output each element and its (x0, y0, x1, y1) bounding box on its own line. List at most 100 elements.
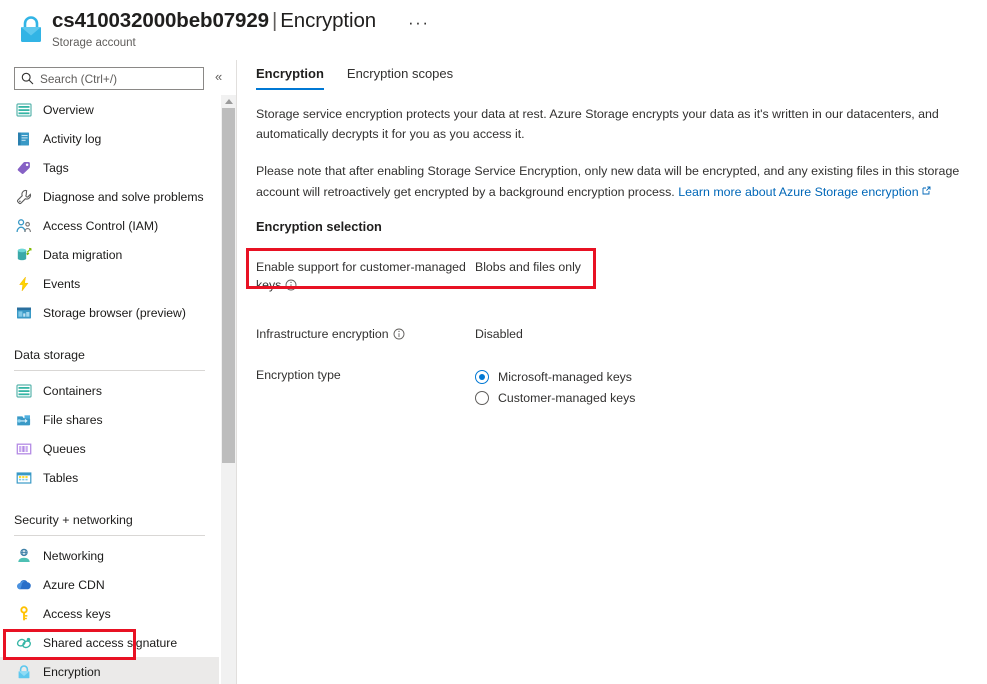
sidebar-item-label: Storage browser (preview) (43, 305, 186, 320)
sidebar-item-label: Queues (43, 441, 86, 456)
external-link-icon (922, 181, 931, 195)
sidebar-group-divider (14, 535, 205, 536)
queues-icon (16, 441, 32, 457)
lock-icon (17, 14, 45, 44)
row-label: Infrastructure encryption (256, 325, 475, 343)
containers-icon (16, 383, 32, 399)
radio-option-label: Microsoft-managed keys (498, 369, 632, 384)
sidebar-item-label: Data migration (43, 247, 123, 262)
sidebar-item-tables[interactable]: Tables (0, 463, 219, 492)
sidebar-item-label: Containers (43, 383, 102, 398)
blade-name: Encryption (280, 9, 377, 32)
encryption-type-label: Encryption type (256, 368, 341, 382)
sidebar-item-networking[interactable]: Networking (0, 541, 219, 570)
sidebar-group-security-networking: Security + networking (0, 492, 219, 530)
sidebar-item-queues[interactable]: Queues (0, 434, 219, 463)
sidebar-item-label: Shared access signature (43, 635, 178, 650)
file-shares-icon (16, 412, 32, 428)
sidebar-group-label: Data storage (14, 348, 85, 362)
encryption-type-radio-group[interactable]: Microsoft-managed keys Customer-managed k… (475, 366, 635, 408)
encryption-content: Storage service encryption protects your… (256, 104, 976, 408)
sidebar-item-label: Tables (43, 470, 79, 485)
infra-label-text: Infrastructure encryption (256, 327, 389, 341)
encryption-selection-heading: Encryption selection (256, 219, 382, 234)
resource-type-subtitle: Storage account (52, 37, 136, 49)
sidebar-item-access-keys[interactable]: Access keys (0, 599, 219, 628)
sidebar-item-events[interactable]: Events (0, 269, 219, 298)
sidebar-item-label: Diagnose and solve problems (43, 189, 204, 204)
more-menu-button[interactable]: ··· (408, 13, 429, 33)
radio-unselected-icon[interactable] (475, 390, 489, 405)
row-customer-managed-keys: Enable support for customer-managed keys… (256, 258, 976, 294)
radio-option-customer-managed-keys[interactable]: Customer-managed keys (475, 387, 635, 408)
sidebar-item-file-shares[interactable]: File shares (0, 405, 219, 434)
sidebar-group-divider (14, 370, 205, 371)
cloud-icon (16, 577, 32, 593)
blade-tabs[interactable]: Encryption Encryption scopes (256, 66, 453, 90)
sidebar-item-storage-browser-preview[interactable]: Storage browser (preview) (0, 298, 219, 327)
sidebar-item-encryption[interactable]: Encryption (0, 657, 219, 684)
shared-access-signature-icon (16, 635, 32, 651)
info-icon[interactable] (393, 327, 405, 340)
row-encryption-type: Encryption type Microsoft-managed keys Cu… (256, 366, 976, 408)
info-icon[interactable] (285, 278, 297, 291)
sidebar-item-diagnose-and-solve-problems[interactable]: Diagnose and solve problems (0, 182, 219, 211)
sidebar-item-label: Encryption (43, 664, 101, 679)
cmk-value: Blobs and files only (475, 260, 581, 274)
intro-paragraph: Storage service encryption protects your… (256, 107, 939, 141)
tables-icon (16, 470, 32, 486)
sidebar-item-tags[interactable]: Tags (0, 153, 219, 182)
overview-icon (16, 102, 32, 118)
sidebar-item-shared-access-signature[interactable]: Shared access signature (0, 628, 219, 657)
radio-option-label: Customer-managed keys (498, 390, 636, 405)
search-container (14, 67, 204, 90)
page-header: cs410032000beb07929 | Encryption ··· Stora… (0, 0, 987, 58)
key-icon (16, 605, 32, 622)
sidebar-item-activity-log[interactable]: Activity log (0, 124, 219, 153)
activity-log-icon (16, 131, 32, 147)
row-infrastructure-encryption: Infrastructure encryption Disabled (256, 325, 976, 343)
radio-option-microsoft-managed-keys[interactable]: Microsoft-managed keys (475, 366, 635, 387)
networking-icon (16, 548, 32, 564)
resource-name: cs410032000beb07929 (52, 9, 269, 32)
title-separator: | (271, 9, 278, 32)
sidebar-item-label: Access Control (IAM) (43, 218, 159, 233)
people-icon (16, 218, 32, 234)
sidebar-item-label: Azure CDN (43, 577, 105, 592)
storage-browser-icon (16, 305, 32, 321)
sidebar-scrollbar-thumb[interactable] (222, 108, 235, 463)
tab-encryption[interactable]: Encryption (256, 66, 324, 90)
sidebar-group-label: Security + networking (14, 513, 133, 527)
sidebar-item-label: Access keys (43, 606, 111, 621)
radio-selected-icon[interactable] (475, 369, 489, 384)
sidebar-item-overview[interactable]: Overview (0, 95, 219, 124)
azure-portal-encryption-blade: cs410032000beb07929 | Encryption ··· Stora… (0, 0, 987, 684)
sidebar-item-label: Networking (43, 548, 104, 563)
sidebar-item-label: Events (43, 276, 81, 291)
lightning-icon (16, 275, 32, 292)
sidebar-item-containers[interactable]: Containers (0, 376, 219, 405)
sidebar-item-data-migration[interactable]: Data migration (0, 240, 219, 269)
note-paragraph: Please note that after enabling Storage … (256, 161, 972, 202)
collapse-nav-button[interactable]: « (215, 69, 222, 85)
sidebar-item-azure-cdn[interactable]: Azure CDN (0, 570, 219, 599)
data-migration-icon (16, 247, 32, 263)
sidebar-item-label: Activity log (43, 131, 102, 146)
tags-icon (16, 160, 32, 176)
infra-value: Disabled (475, 327, 523, 341)
sidebar-group-data-storage: Data storage (0, 327, 219, 365)
sidebar-item-label: Tags (43, 160, 69, 175)
search-input[interactable] (14, 67, 204, 90)
sidebar-item-label: File shares (43, 412, 103, 427)
row-label: Enable support for customer-managed keys (256, 258, 475, 294)
scroll-up-arrow-icon[interactable] (225, 99, 233, 104)
sidebar-item-access-control-iam[interactable]: Access Control (IAM) (0, 211, 219, 240)
lock-icon (16, 664, 32, 680)
resource-menu-sidebar[interactable]: Overview Activity log Tags Diagnose and sol… (0, 95, 219, 684)
pane-divider (236, 60, 237, 684)
sidebar-item-label: Overview (43, 102, 94, 117)
page-title: cs410032000beb07929 | Encryption (52, 9, 376, 33)
wrench-icon (16, 189, 32, 205)
tab-encryption-scopes[interactable]: Encryption scopes (347, 66, 453, 90)
learn-more-link[interactable]: Learn more about Azure Storage encryptio… (678, 185, 918, 199)
